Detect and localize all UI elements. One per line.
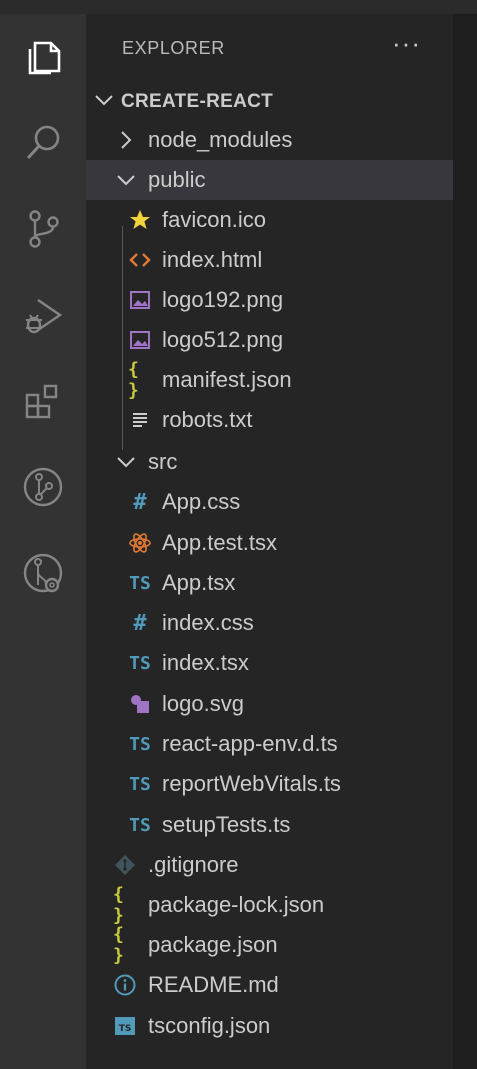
file-label: index.html [162,247,263,272]
explorer-title: EXPLORER [122,38,225,58]
explorer-icon[interactable] [0,14,86,100]
svg-file-icon [128,692,152,716]
title-bar-strip [0,0,477,14]
folder-node-modules[interactable]: node_modules [86,120,453,160]
file-label: tsconfig.json [148,1013,271,1038]
svg-text:TS: TS [119,1024,132,1034]
file-row[interactable]: logo192.png [86,280,453,320]
file-label: App.tsx [162,570,236,595]
file-label: manifest.json [162,367,292,392]
file-label: logo192.png [162,287,284,312]
file-label: App.css [162,489,241,514]
file-row[interactable]: TS index.tsx [86,643,453,683]
file-label: logo512.png [162,327,284,352]
file-row[interactable]: TS App.tsx [86,563,453,603]
file-label: setupTests.ts [162,812,291,837]
github-pull-requests-icon[interactable] [0,530,86,616]
tsconfig-file-icon: TS [113,1014,137,1038]
folder-public[interactable]: public [86,160,453,200]
file-row[interactable]: robots.txt [86,400,453,440]
typescript-file-icon: TS [129,733,151,755]
chevron-right-icon [114,128,138,152]
file-label: App.test.tsx [162,530,277,555]
git-graph-icon[interactable] [0,444,86,530]
file-label: package.json [148,932,278,957]
chevron-down-icon [114,168,138,192]
folder-root[interactable]: CREATE-REACT [86,80,453,120]
json-file-icon: { } [113,884,124,926]
json-file-icon: { } [128,359,139,401]
typescript-file-icon: TS [129,814,151,836]
text-file-icon [128,408,152,432]
file-label: favicon.ico [162,207,266,232]
file-label: README.md [148,972,279,997]
activity-bar [0,14,86,1069]
typescript-file-icon: TS [129,652,151,674]
file-row[interactable]: favicon.ico [86,200,453,240]
typescript-file-icon: TS [129,773,151,795]
folder-label: src [148,449,178,474]
file-row[interactable]: # App.css [86,482,453,522]
file-label: package-lock.json [148,892,325,917]
file-row[interactable]: TS setupTests.ts [86,805,453,845]
file-row[interactable]: # index.css [86,603,453,643]
folder-label: node_modules [148,127,293,152]
extensions-icon[interactable] [0,358,86,444]
css-file-icon: # [133,610,147,636]
typescript-file-icon: TS [129,572,151,594]
folder-label: CREATE-REACT [121,91,274,112]
star-icon [128,208,152,232]
file-row[interactable]: .gitignore [86,845,453,885]
file-row[interactable]: TS tsconfig.json [86,1006,453,1046]
json-file-icon: { } [113,924,124,966]
file-row[interactable]: TS reportWebVitals.ts [86,764,453,804]
search-icon[interactable] [0,100,86,186]
folder-label: public [148,167,206,192]
explorer-sidebar: EXPLORER ··· CREATE-REACT node_modules p… [86,14,453,1069]
file-label: robots.txt [162,407,253,432]
css-file-icon: # [133,489,147,515]
git-file-icon [113,853,137,877]
html-file-icon [128,248,152,272]
editor-edge [453,14,477,1069]
chevron-down-icon [114,450,138,474]
file-row[interactable]: TS react-app-env.d.ts [86,724,453,764]
chevron-down-icon [92,88,116,112]
file-row[interactable]: App.test.tsx [86,523,453,563]
file-label: .gitignore [148,852,239,877]
ellipsis-icon[interactable]: ··· [392,30,421,56]
image-file-icon [128,328,152,352]
image-file-icon [128,288,152,312]
file-label: index.tsx [162,650,249,675]
file-row[interactable]: logo.svg [86,684,453,724]
explorer-header: EXPLORER ··· [86,14,453,80]
file-row[interactable]: index.html [86,240,453,280]
file-label: logo.svg [162,691,244,716]
file-row[interactable]: README.md [86,965,453,1005]
run-debug-icon[interactable] [0,272,86,358]
react-icon [128,531,152,555]
file-label: index.css [162,610,254,635]
file-row[interactable]: { } package-lock.json [86,884,453,926]
info-icon [113,973,137,997]
file-row[interactable]: { } package.json [86,924,453,966]
file-label: react-app-env.d.ts [162,731,338,756]
folder-src[interactable]: src [86,442,453,482]
file-row[interactable]: logo512.png [86,320,453,360]
file-row[interactable]: { } manifest.json [86,359,453,401]
file-label: reportWebVitals.ts [162,771,341,796]
source-control-icon[interactable] [0,186,86,272]
